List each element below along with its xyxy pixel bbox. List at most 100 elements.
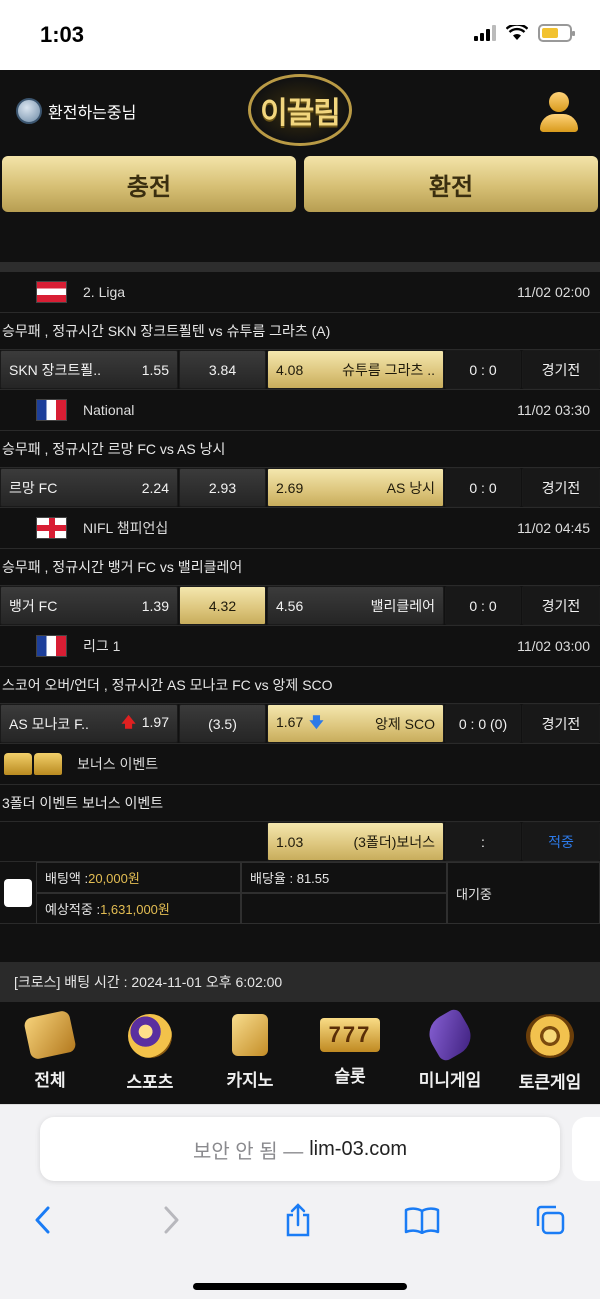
rank-medal-icon — [16, 98, 42, 124]
draw-odds-button[interactable]: 3.84 — [179, 350, 266, 389]
england-flag-icon — [36, 517, 67, 539]
under-odds-button[interactable]: 1.67 🡇 앙제 SCO — [267, 704, 444, 743]
logo-text: 이끌림 — [260, 97, 341, 130]
match-datetime: 11/02 03:00 — [517, 638, 590, 654]
match-status: 경기전 — [522, 586, 600, 625]
treasure-chest-icon — [4, 753, 62, 775]
match-score: 0 : 0 (0) — [445, 704, 521, 743]
france-flag-icon — [36, 399, 67, 421]
rocket-icon — [422, 1006, 478, 1064]
charge-button[interactable]: 충전 — [2, 156, 296, 212]
share-icon[interactable] — [280, 1203, 316, 1237]
action-buttons: 충전 환전 — [0, 156, 600, 212]
handicap-line: (3.5) — [208, 715, 237, 732]
home-team: AS 모나코 F.. — [9, 715, 89, 732]
profile-icon[interactable] — [540, 92, 578, 132]
away-team: AS 낭시 — [386, 479, 435, 496]
expected-win: 예상적중 : 1,631,000원 — [36, 893, 241, 924]
bonus-header: 보너스 이벤트 — [0, 744, 600, 785]
draw-odds-button[interactable]: 4.32 — [179, 586, 266, 625]
home-team: 뱅거 FC — [9, 597, 58, 614]
status-icons — [474, 24, 575, 42]
draw-odds: 3.84 — [208, 361, 237, 378]
forward-icon[interactable] — [154, 1205, 190, 1235]
nav-token-game[interactable]: 토큰게임 — [500, 1002, 600, 1104]
league-header: 2. Liga 11/02 02:00 — [0, 272, 600, 313]
header: 환전하는중님 이끌림 — [0, 70, 600, 154]
league-name: 2. Liga — [83, 284, 126, 300]
odds-row: 뱅거 FC 1.39 4.32 4.56 밸리클레어 0 : 0 경기전 — [0, 586, 600, 626]
home-odds-button[interactable]: 르망 FC 2.24 — [0, 468, 178, 507]
away-odds-button[interactable]: 4.08 슈투름 그라츠 .. — [267, 350, 444, 389]
away-odds-button[interactable]: 2.69 AS 낭시 — [267, 468, 444, 507]
site-logo[interactable]: 이끌림 — [248, 74, 352, 146]
soccer-ball-icon — [128, 1014, 172, 1058]
nav-all[interactable]: 전체 — [0, 1002, 100, 1104]
status-time: 1:03 — [40, 22, 85, 47]
match-description: 승무패 , 정규시간 르망 FC vs AS 낭시 — [0, 431, 600, 468]
select-checkbox[interactable] — [4, 879, 32, 907]
home-odds-button[interactable]: SKN 장크트푈.. 1.55 — [0, 350, 178, 389]
home-odds-button[interactable]: 뱅거 FC 1.39 — [0, 586, 178, 625]
match-datetime: 11/02 04:45 — [517, 520, 590, 536]
slot-777-icon: 777 — [320, 1018, 380, 1052]
cellular-signal-icon — [474, 25, 496, 41]
bonus-odds-row: 1.03 (3폴더)보너스 : 적중 — [0, 822, 600, 862]
security-warning: 보안 안 됨 — — [192, 1140, 304, 1163]
bookmarks-icon[interactable] — [404, 1205, 440, 1235]
bonus-odds-button[interactable]: 1.03 (3폴더)보너스 — [267, 822, 444, 861]
nav-minigame[interactable]: 미니게임 — [400, 1002, 500, 1104]
back-icon[interactable] — [24, 1205, 60, 1235]
match-status: 경기전 — [522, 350, 600, 389]
match-datetime: 11/02 03:30 — [517, 402, 590, 418]
arrow-down-icon: 🡇 — [309, 713, 324, 730]
draw-odds-button[interactable]: 2.93 — [179, 468, 266, 507]
league-name: 리그 1 — [83, 638, 121, 654]
bonus-odds: 1.03 — [276, 833, 304, 850]
league-name: NIFL 챔피언십 — [83, 520, 169, 536]
over-odds-button[interactable]: AS 모나코 F.. 🡅 1.97 — [0, 704, 178, 743]
home-odds: 1.39 — [141, 597, 169, 614]
home-team: SKN 장크트푈.. — [9, 361, 101, 378]
bottom-nav: 전체 스포츠 카지노 777 슬롯 미니게임 토큰게임 — [0, 1002, 600, 1104]
line-value[interactable]: (3.5) — [179, 704, 266, 743]
league-header: National 11/02 03:30 — [0, 390, 600, 431]
nav-label: 스포츠 — [126, 1073, 174, 1092]
match-status: 경기전 — [522, 468, 600, 507]
home-indicator — [193, 1283, 407, 1290]
match-status: 경기전 — [522, 704, 600, 743]
nav-slot[interactable]: 777 슬롯 — [300, 1002, 400, 1104]
under-odds: 1.67 — [276, 713, 304, 730]
nav-sports[interactable]: 스포츠 — [100, 1002, 200, 1104]
home-odds: 2.24 — [141, 479, 169, 496]
away-team: 앙제 SCO — [375, 715, 435, 732]
user-name: 환전하는중님 — [48, 105, 137, 122]
league-header: NIFL 챔피언십 11/02 04:45 — [0, 508, 600, 549]
browser-toolbar: 보안 안 됨 — lim-03.com — [0, 1104, 600, 1299]
arrow-up-icon: 🡅 — [121, 713, 136, 730]
next-tab-peek[interactable] — [572, 1117, 600, 1181]
bet-rate: 배당율 : 81.55 — [241, 862, 447, 893]
match-description: 스코어 오버/언더 , 정규시간 AS 모나코 FC vs 앙제 SCO — [0, 667, 600, 704]
odds-row: 르망 FC 2.24 2.93 2.69 AS 낭시 0 : 0 경기전 — [0, 468, 600, 508]
bonus-score: : — [445, 822, 521, 861]
expected-label: 예상적중 : — [45, 902, 101, 917]
nav-casino[interactable]: 카지노 — [200, 1002, 300, 1104]
match-score: 0 : 0 — [445, 350, 521, 389]
match-description: 승무패 , 정규시간 SKN 장크트푈텐 vs 슈투름 그라츠 (A) — [0, 313, 600, 350]
exchange-button[interactable]: 환전 — [304, 156, 598, 212]
draw-odds: 4.32 — [208, 597, 237, 614]
home-team: 르망 FC — [9, 479, 58, 496]
app-screen: 환전하는중님 이끌림 충전 환전 2. Liga 11/02 02:00 승무패… — [0, 70, 600, 1104]
tabs-icon[interactable] — [532, 1205, 568, 1235]
france-flag-icon — [36, 635, 67, 657]
user-badge[interactable]: 환전하는중님 — [16, 98, 136, 124]
bonus-title: 보너스 이벤트 — [77, 756, 159, 772]
bet-amount: 배팅액 : 20,000원 — [36, 862, 241, 893]
address-bar[interactable]: 보안 안 됨 — lim-03.com — [40, 1117, 560, 1181]
bet-amount-value: 20,000원 — [88, 871, 140, 886]
away-odds: 4.08 — [276, 361, 304, 378]
away-odds-button[interactable]: 4.56 밸리클레어 — [267, 586, 444, 625]
bet-slip: 2. Liga 11/02 02:00 승무패 , 정규시간 SKN 장크트푈텐… — [0, 272, 600, 924]
away-team: 슈투름 그라츠 .. — [342, 361, 435, 378]
